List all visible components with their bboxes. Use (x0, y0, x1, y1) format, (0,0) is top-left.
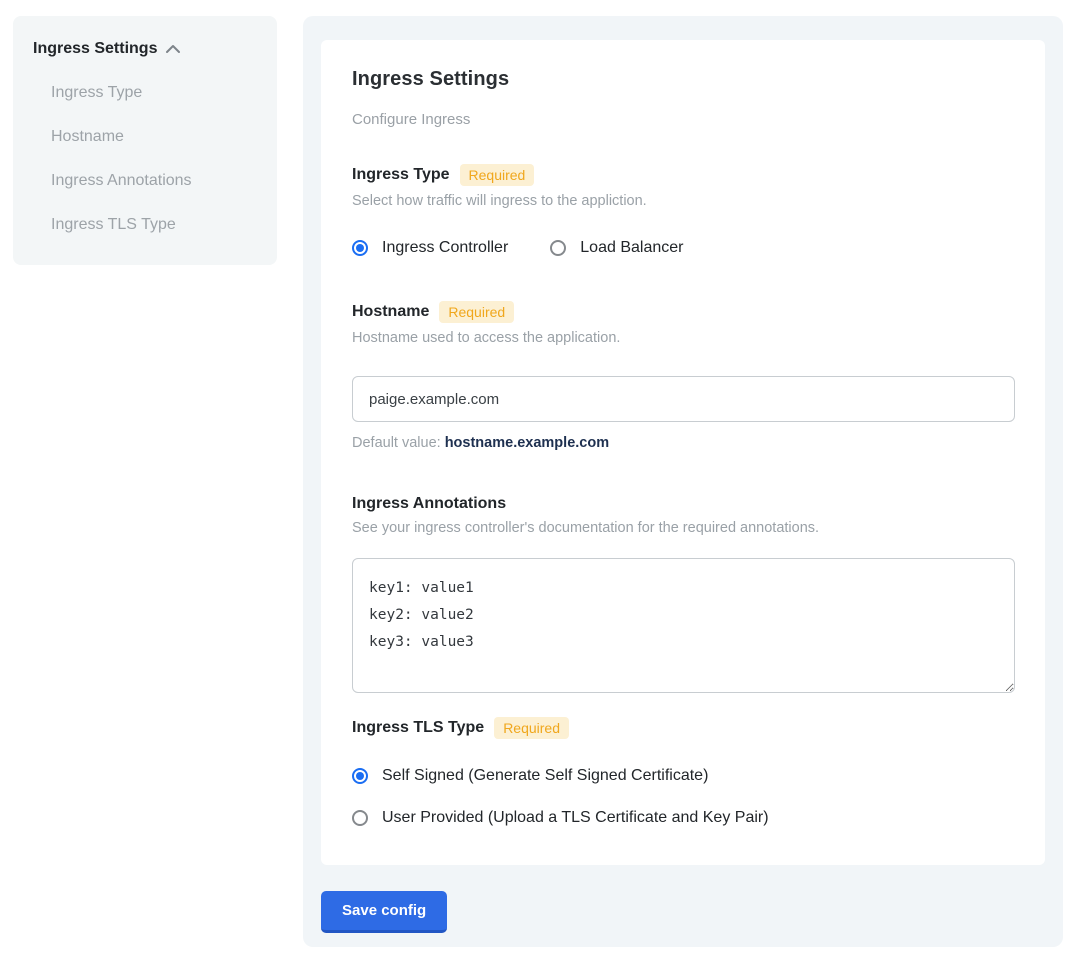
sidebar-header-label: Ingress Settings (33, 40, 157, 58)
section-ingress-tls-type: Ingress TLS Type Required Self Signed (G… (352, 717, 1014, 827)
tls-radio-group: Self Signed (Generate Self Signed Certif… (352, 767, 1014, 827)
radio-unselected-icon (550, 240, 566, 256)
ingress-annotations-textarea[interactable]: key1: value1 key2: value2 key3: value3 (352, 558, 1015, 693)
default-value-text: hostname.example.com (445, 435, 609, 451)
radio-user-provided[interactable]: User Provided (Upload a TLS Certificate … (352, 809, 1014, 827)
sidebar: Ingress Settings Ingress Type Hostname I… (13, 16, 277, 265)
radio-unselected-icon (352, 810, 368, 826)
radio-self-signed[interactable]: Self Signed (Generate Self Signed Certif… (352, 767, 1014, 785)
chevron-up-icon (165, 44, 181, 54)
sidebar-item-ingress-annotations[interactable]: Ingress Annotations (51, 172, 257, 190)
sidebar-section-toggle[interactable]: Ingress Settings (33, 40, 257, 58)
required-badge: Required (439, 301, 514, 323)
config-panel: Ingress Settings Configure Ingress Ingre… (303, 16, 1063, 947)
ingress-type-label: Ingress Type (352, 166, 450, 184)
ingress-settings-card: Ingress Settings Configure Ingress Ingre… (321, 40, 1045, 865)
section-hostname: Hostname Required Hostname used to acces… (352, 301, 1014, 451)
radio-load-balancer[interactable]: Load Balancer (550, 239, 683, 257)
sidebar-item-ingress-tls-type[interactable]: Ingress TLS Type (51, 216, 257, 234)
hostname-input[interactable] (352, 376, 1015, 422)
section-ingress-annotations: Ingress Annotations See your ingress con… (352, 495, 1014, 693)
page-subtitle: Configure Ingress (352, 111, 1014, 128)
sidebar-nav: Ingress Type Hostname Ingress Annotation… (51, 84, 257, 234)
save-config-button[interactable]: Save config (321, 891, 447, 933)
sidebar-item-hostname[interactable]: Hostname (51, 128, 257, 146)
required-badge: Required (494, 717, 569, 739)
ingress-type-radio-group: Ingress Controller Load Balancer (352, 239, 1014, 257)
ingress-tls-type-label: Ingress TLS Type (352, 719, 484, 737)
radio-label: Ingress Controller (382, 239, 508, 257)
radio-label: User Provided (Upload a TLS Certificate … (382, 809, 769, 827)
default-value-prefix: Default value: (352, 435, 445, 451)
ingress-annotations-label: Ingress Annotations (352, 495, 506, 513)
radio-selected-icon (352, 240, 368, 256)
page: Ingress Settings Ingress Type Hostname I… (0, 0, 1090, 969)
hostname-description: Hostname used to access the application. (352, 330, 1014, 346)
required-badge: Required (460, 164, 535, 186)
page-title: Ingress Settings (352, 68, 1014, 91)
radio-label: Load Balancer (580, 239, 683, 257)
sidebar-item-ingress-type[interactable]: Ingress Type (51, 84, 257, 102)
radio-selected-icon (352, 768, 368, 784)
radio-label: Self Signed (Generate Self Signed Certif… (382, 767, 708, 785)
section-ingress-type: Ingress Type Required Select how traffic… (352, 164, 1014, 257)
ingress-type-description: Select how traffic will ingress to the a… (352, 193, 1014, 209)
radio-ingress-controller[interactable]: Ingress Controller (352, 239, 508, 257)
hostname-label: Hostname (352, 303, 429, 321)
ingress-annotations-description: See your ingress controller's documentat… (352, 520, 1014, 536)
hostname-default-line: Default value: hostname.example.com (352, 435, 1014, 451)
